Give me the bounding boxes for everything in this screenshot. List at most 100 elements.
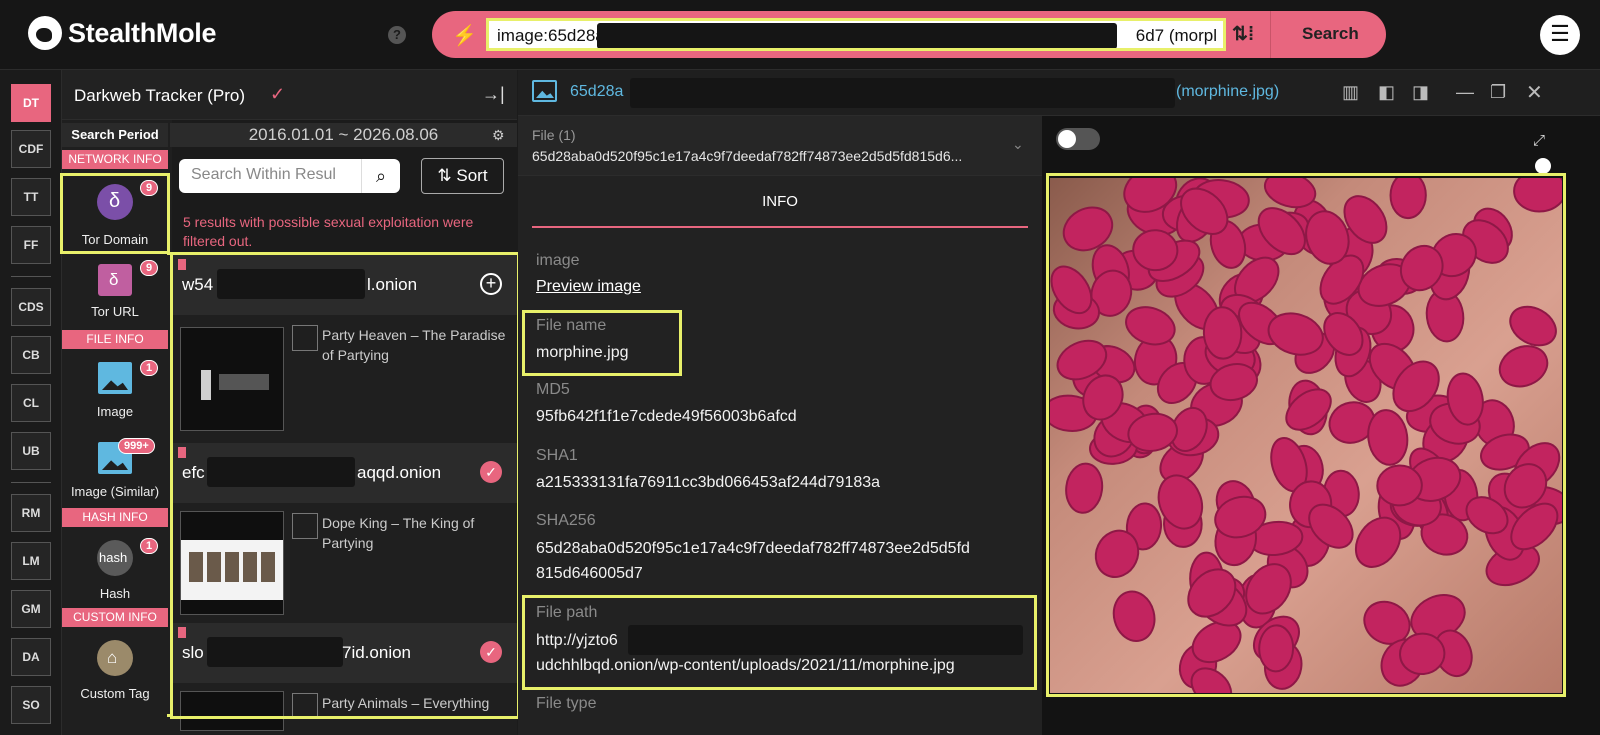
expand-icon[interactable]: ⤢ <box>1533 132 1545 149</box>
search-input[interactable]: image:65d28a 6d7 (morpl <box>486 18 1226 51</box>
search-within-input[interactable]: Search Within Resul <box>179 159 361 193</box>
result-item[interactable]: Party Animals – Everything <box>172 683 517 735</box>
sha1-label: SHA1 <box>536 447 578 464</box>
search-icon[interactable]: ⌕ <box>361 159 400 193</box>
filetype-label: File type <box>536 695 597 712</box>
scroll-handle[interactable] <box>1535 158 1551 174</box>
bookmark-icon[interactable] <box>178 259 186 270</box>
sha256-value-line1: 65d28aba0d520f95c1e17a4c9f7deedaf782ff74… <box>536 540 970 557</box>
redaction <box>597 23 1117 48</box>
image-icon <box>98 362 132 394</box>
md5-label: MD5 <box>536 381 570 398</box>
period-settings-icon[interactable]: ⚙ <box>492 127 505 144</box>
rail-ff[interactable]: FF <box>11 226 51 264</box>
sort-button[interactable]: ⇅ Sort <box>421 158 504 194</box>
hamburger-menu-icon[interactable]: ☰ <box>1540 15 1580 55</box>
tag-icon: ⌂ <box>97 640 133 676</box>
sliders-icon[interactable]: ⇅⁞ <box>1232 23 1254 46</box>
sidebar-item-hash[interactable]: hash 1 Hash <box>62 534 168 601</box>
result-header[interactable]: efc aqqd.onion ✓ <box>172 443 517 503</box>
select-checkbox[interactable] <box>292 693 318 719</box>
mole-icon <box>28 16 62 50</box>
result-thumbnail[interactable] <box>180 327 284 431</box>
redaction <box>207 637 343 667</box>
minimize-icon[interactable]: — <box>1456 82 1474 103</box>
select-checkbox[interactable] <box>292 325 318 351</box>
add-circle-icon[interactable]: + <box>480 273 502 295</box>
hash-info-header: HASH INFO <box>62 508 168 527</box>
file-hash: 65d28aba0d520f95c1e17a4c9f7deedaf782ff74… <box>532 148 963 164</box>
redaction <box>217 269 365 299</box>
redaction <box>628 625 1023 655</box>
rail-cds[interactable]: CDS <box>11 288 51 326</box>
image-icon <box>532 80 557 102</box>
search-period-label: Search Period <box>62 123 168 147</box>
layout-right-icon[interactable]: ◨ <box>1412 82 1429 103</box>
sidebar-item-custom-tag[interactable]: ⌂ Custom Tag <box>62 634 168 701</box>
search-period[interactable]: 2016.01.01 ~ 2026.08.06 <box>170 123 517 147</box>
module-rail: DT CDF TT FF CDS CB CL UB RM LM GM DA SO <box>0 70 62 735</box>
image-label: image <box>536 252 580 269</box>
result-header[interactable]: slo 7id.onion ✓ <box>172 623 517 683</box>
rail-tt[interactable]: TT <box>11 178 51 216</box>
redaction <box>207 457 355 487</box>
hash-icon: hash <box>97 540 133 576</box>
filter-warning: 5 results with possible sexual exploitat… <box>183 214 474 249</box>
bolt-icon[interactable]: ⚡ <box>452 23 477 48</box>
panel-title: Darkweb Tracker (Pro) <box>74 86 245 105</box>
md5-value: 95fb642f1f1e7cdede49f56003b6afcd <box>536 408 797 425</box>
help-icon[interactable]: ? <box>388 26 406 44</box>
preview-image[interactable] <box>1050 178 1562 693</box>
preview-image-link[interactable]: Preview image <box>536 274 641 300</box>
select-checkbox[interactable] <box>292 513 318 539</box>
result-header[interactable]: w54 l.onion + <box>172 255 517 315</box>
rail-dt[interactable]: DT <box>11 84 51 122</box>
collapse-panel-icon[interactable]: →| <box>482 84 505 105</box>
rail-ub[interactable]: UB <box>11 432 51 470</box>
tab-info[interactable]: INFO <box>532 188 1028 228</box>
rail-cl[interactable]: CL <box>11 384 51 422</box>
search-bar: ⚡ image:65d28a 6d7 (morpl ⇅⁞ Search <box>432 11 1386 58</box>
result-item[interactable]: Dope King – The King of Partying <box>172 503 517 633</box>
file-selector[interactable] <box>518 116 1042 176</box>
chevron-down-icon[interactable]: ⌄ <box>1012 136 1024 153</box>
detail-title: 65d28a <box>570 83 624 100</box>
custom-info-header: CUSTOM INFO <box>62 608 168 627</box>
sidebar-item-image[interactable]: 1 Image <box>62 356 168 419</box>
result-item[interactable]: Party Heaven – The Paradise of Partying <box>172 315 517 445</box>
tor-onion-icon: δ <box>97 184 133 220</box>
check-icon: ✓ <box>270 84 286 104</box>
rail-gm[interactable]: GM <box>11 590 51 628</box>
network-info-header: NETWORK INFO <box>62 150 168 169</box>
bookmark-icon[interactable] <box>178 627 186 638</box>
pills-illustration <box>1050 178 1562 693</box>
rail-cdf[interactable]: CDF <box>11 130 51 168</box>
sha1-value: a215333131fa76911cc3bd066453af244d79183a <box>536 474 881 491</box>
search-button[interactable]: Search <box>1302 24 1359 44</box>
tor-url-icon: δ <box>98 264 132 296</box>
checked-circle-icon[interactable]: ✓ <box>480 461 502 483</box>
layout-split-icon[interactable]: ▥ <box>1342 82 1359 103</box>
sidebar-item-tor-url[interactable]: δ 9 Tor URL <box>62 258 168 319</box>
stealthmole-logo[interactable]: StealthMole <box>28 16 217 50</box>
checked-circle-icon[interactable]: ✓ <box>480 641 502 663</box>
bookmark-icon[interactable] <box>178 447 186 458</box>
sort-icon: ⇅ <box>437 166 457 185</box>
maximize-icon[interactable]: ❐ <box>1490 82 1506 103</box>
rail-lm[interactable]: LM <box>11 542 51 580</box>
result-thumbnail[interactable] <box>180 691 284 731</box>
blur-toggle[interactable] <box>1056 128 1100 150</box>
sha256-label: SHA256 <box>536 512 596 529</box>
sidebar-item-tor-domain[interactable]: δ 9 Tor Domain <box>62 178 168 247</box>
rail-rm[interactable]: RM <box>11 494 51 532</box>
rail-cb[interactable]: CB <box>11 336 51 374</box>
rail-so[interactable]: SO <box>11 686 51 724</box>
layout-left-icon[interactable]: ◧ <box>1378 82 1395 103</box>
file-info-header: FILE INFO <box>62 330 168 349</box>
result-thumbnail[interactable] <box>180 511 284 615</box>
filepath-value-line2: udchhlbqd.onion/wp-content/uploads/2021/… <box>536 657 955 674</box>
filename-value: morphine.jpg <box>536 344 629 361</box>
sidebar-item-image-similar[interactable]: 999+ Image (Similar) <box>62 436 168 499</box>
close-icon[interactable]: ✕ <box>1526 80 1543 105</box>
rail-da[interactable]: DA <box>11 638 51 676</box>
